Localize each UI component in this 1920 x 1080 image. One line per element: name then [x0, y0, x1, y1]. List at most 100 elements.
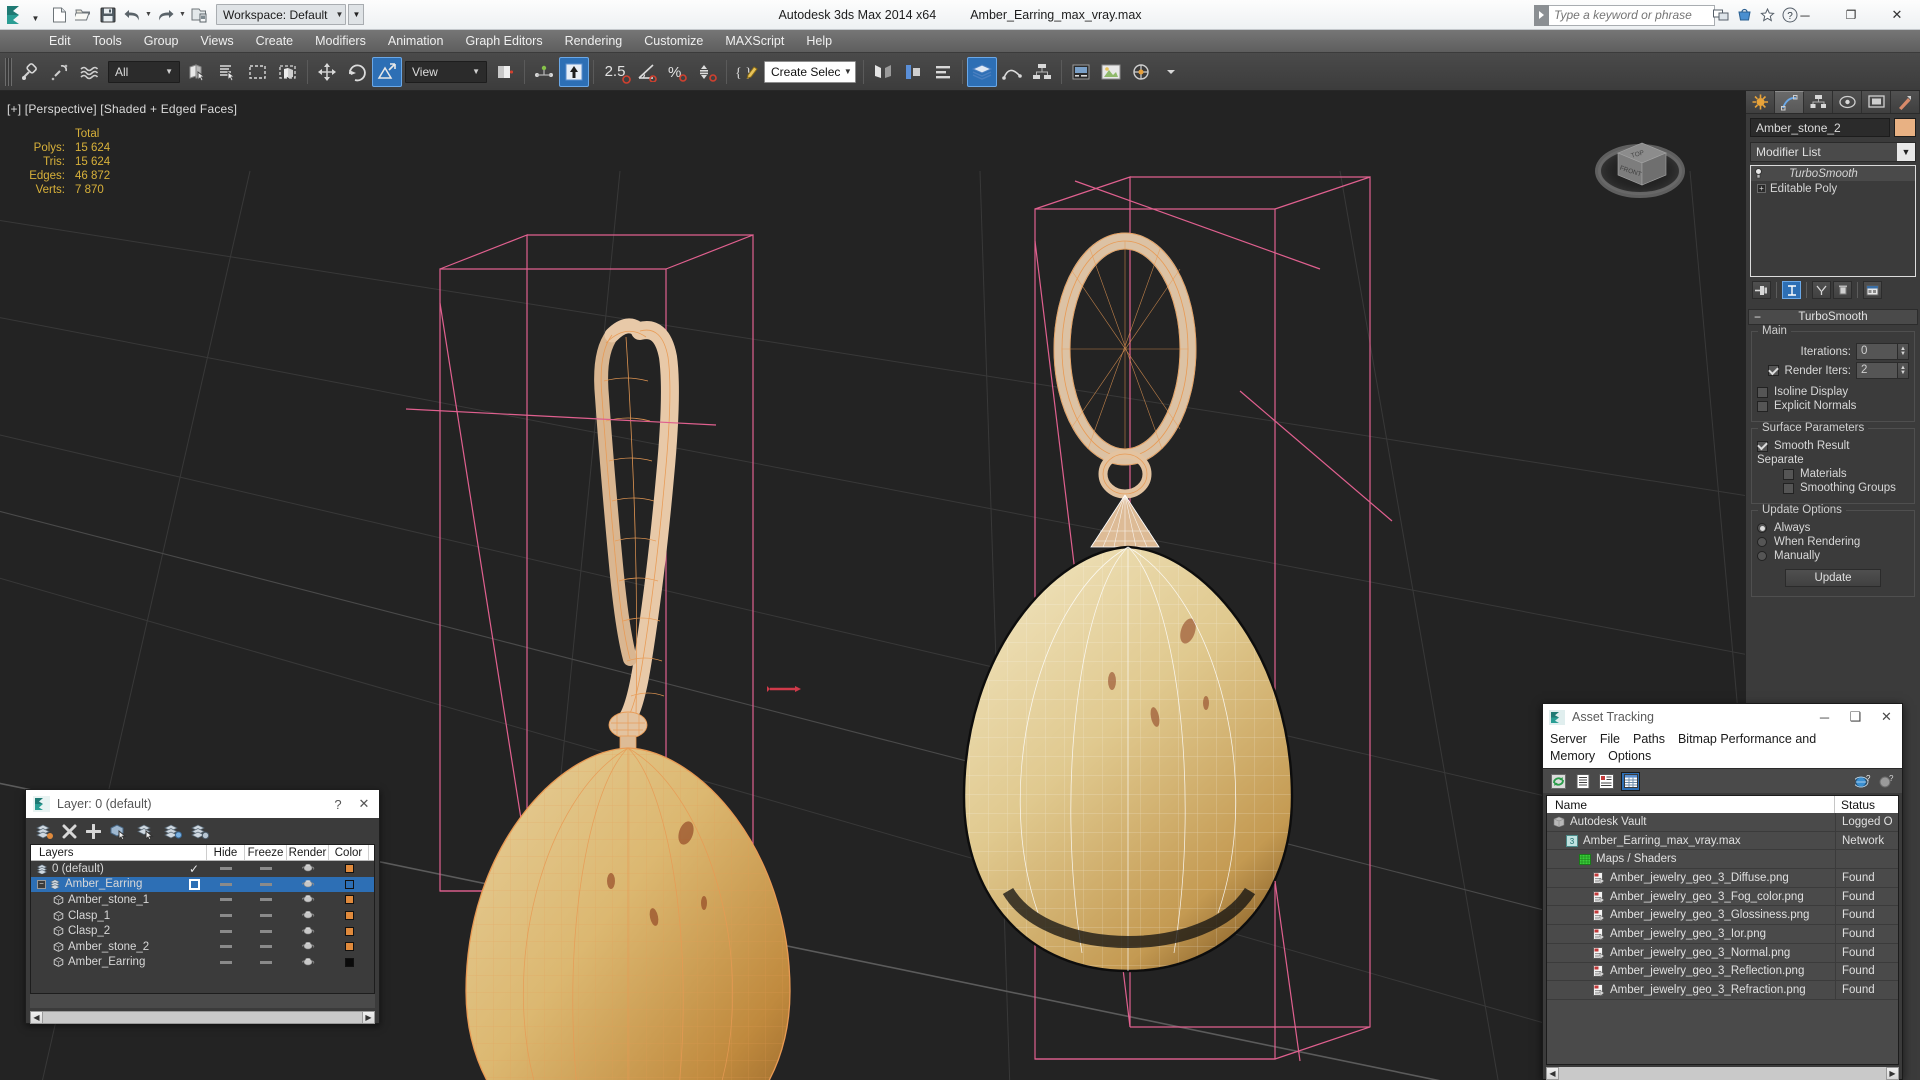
layer-render-cell[interactable] [287, 908, 329, 924]
select-link-icon[interactable] [15, 57, 45, 87]
select-objects-in-layer-icon[interactable] [110, 823, 128, 839]
layer-column-hide[interactable]: Hide [207, 845, 245, 860]
layer-hide-cell[interactable] [207, 861, 245, 877]
asset-row[interactable]: Autodesk Vault Logged O [1547, 813, 1898, 832]
reference-coord-combo[interactable]: View ▼ [405, 60, 487, 83]
layer-column-color[interactable]: Color [329, 845, 369, 860]
layer-help-button[interactable]: ? [325, 791, 351, 817]
layer-hide-cell[interactable] [207, 908, 245, 924]
explicit-normals-checkbox[interactable] [1757, 400, 1768, 412]
layer-render-cell[interactable] [287, 877, 329, 893]
asset-row[interactable]: Amber_jewelry_geo_3_Refraction.png Found [1547, 981, 1898, 1000]
object-name-field[interactable]: Amber_stone_2 [1750, 118, 1890, 137]
asset-row[interactable]: Amber_jewelry_geo_3_Diffuse.png Found [1547, 869, 1898, 888]
menu-item-graph-editors[interactable]: Graph Editors [454, 30, 553, 53]
menu-item-maxscript[interactable]: MAXScript [714, 30, 795, 53]
use-selection-center-icon[interactable] [529, 57, 559, 87]
help-globe-icon[interactable]: ? [1853, 772, 1872, 791]
list-view-icon[interactable] [1573, 772, 1592, 791]
layer-column-layers[interactable]: Layers [31, 845, 207, 860]
selection-filter-combo[interactable]: All ▼ [108, 60, 180, 83]
modify-tab[interactable] [1775, 91, 1804, 113]
asset-horizontal-scrollbar[interactable]: ◀ ▶ [1546, 1067, 1899, 1080]
mirror-icon[interactable] [868, 57, 898, 87]
window-crossing-icon[interactable] [273, 57, 303, 87]
color-swatch[interactable] [344, 864, 354, 874]
select-object-icon[interactable] [183, 57, 213, 87]
logo-dropdown-arrow[interactable]: ▼ [32, 14, 40, 23]
workspace-selector[interactable]: Workspace: Default ▼ [216, 4, 347, 25]
detail-view-icon[interactable] [1597, 772, 1616, 791]
update-option-radio[interactable] [1757, 537, 1767, 547]
smoothing-groups-checkbox[interactable] [1783, 482, 1794, 494]
layer-freeze-cell[interactable] [245, 923, 287, 939]
scroll-right-arrow-icon[interactable]: ▶ [362, 1011, 375, 1024]
layer-current-cell[interactable] [181, 955, 207, 971]
layer-dialog[interactable]: Layer: 0 (default) ? ✕ Layers Hide Freeze R… [25, 789, 380, 1024]
asset-menu-bitmap[interactable]: Bitmap Performance and Memory [1550, 732, 1816, 763]
checkbox-empty-icon[interactable] [188, 878, 200, 890]
material-editor-icon[interactable] [967, 56, 997, 87]
project-folder-icon[interactable] [188, 3, 211, 26]
scroll-left-arrow-icon[interactable]: ◀ [1546, 1067, 1559, 1080]
layer-freeze-cell[interactable] [245, 877, 287, 893]
menu-item-create[interactable]: Create [245, 30, 305, 53]
select-and-rotate-icon[interactable] [342, 57, 372, 87]
color-swatch[interactable] [344, 926, 354, 936]
undo-icon[interactable] [120, 3, 143, 26]
asset-tracking-dialog[interactable]: Asset Tracking ─ ❑ ✕ Server File Paths Bitm… [1542, 703, 1903, 1080]
render-iters-field[interactable]: 2 [1856, 362, 1898, 379]
layer-current-cell[interactable] [181, 892, 207, 908]
minimize-button[interactable]: ─ [1782, 0, 1828, 30]
layer-color-cell[interactable] [329, 877, 369, 893]
rendered-frame-window-icon[interactable] [1096, 57, 1126, 87]
menu-item-group[interactable]: Group [133, 30, 190, 53]
update-option-radio[interactable] [1757, 551, 1767, 561]
layer-row[interactable]: Amber_Earring [31, 955, 374, 971]
help-icon[interactable]: ? [1877, 772, 1896, 791]
layer-hide-cell[interactable] [207, 923, 245, 939]
layer-close-button[interactable]: ✕ [351, 791, 377, 817]
modifier-stack-item[interactable]: + Editable Poly [1751, 181, 1915, 196]
layer-row[interactable]: 0 (default) ✓ [31, 861, 374, 877]
add-selected-objects-icon[interactable] [86, 823, 101, 839]
color-swatch[interactable] [344, 879, 354, 889]
update-option-radio[interactable] [1757, 523, 1767, 533]
expand-icon[interactable]: + [1757, 184, 1766, 193]
asset-row[interactable]: Amber_jewelry_geo_3_Ior.png Found [1547, 925, 1898, 944]
new-file-icon[interactable] [48, 3, 71, 26]
use-pivot-center-icon[interactable] [490, 57, 520, 87]
use-transform-coord-center-icon[interactable] [559, 56, 589, 87]
save-file-icon[interactable] [96, 3, 119, 26]
make-unique-icon[interactable] [1812, 281, 1831, 299]
asset-menu-paths[interactable]: Paths [1633, 732, 1665, 746]
render-iters-spinner[interactable]: ▲ ▼ [1898, 362, 1909, 379]
color-swatch[interactable] [344, 957, 354, 967]
scroll-track[interactable] [43, 1011, 362, 1024]
menu-item-help[interactable]: Help [795, 30, 843, 53]
layer-render-cell[interactable] [287, 923, 329, 939]
modifier-stack-item[interactable]: TurboSmooth [1751, 166, 1915, 181]
menu-item-animation[interactable]: Animation [377, 30, 455, 53]
render-production-icon[interactable] [1126, 57, 1156, 87]
grid-view-icon[interactable] [1621, 771, 1640, 791]
edit-named-selection-icon[interactable]: { } [731, 57, 761, 87]
spinner-snap-icon[interactable] [692, 57, 722, 87]
asset-row[interactable]: Amber_jewelry_geo_3_Reflection.png Found [1547, 962, 1898, 982]
maximize-button[interactable]: ❐ [1828, 0, 1874, 30]
delete-highlighted-layer-icon[interactable] [62, 824, 77, 839]
layer-render-cell[interactable] [287, 939, 329, 955]
motion-tab[interactable] [1833, 91, 1862, 113]
viewcube[interactable]: TOP FRONT [1590, 113, 1690, 213]
close-button[interactable]: ✕ [1874, 0, 1920, 30]
select-and-move-icon[interactable] [312, 57, 342, 87]
layer-list[interactable]: Layers Hide Freeze Render Color 0 (default) ✓… [30, 844, 375, 994]
scroll-track[interactable] [1559, 1067, 1886, 1080]
communication-center-icon[interactable] [1711, 4, 1731, 25]
layer-hide-cell[interactable] [207, 892, 245, 908]
hierarchy-tab[interactable] [1804, 91, 1833, 113]
layer-horizontal-scrollbar[interactable]: ◀ ▶ [30, 1011, 375, 1024]
layer-row[interactable]: Clasp_2 [31, 923, 374, 939]
menu-item-rendering[interactable]: Rendering [554, 30, 634, 53]
refresh-icon[interactable] [1549, 772, 1568, 791]
